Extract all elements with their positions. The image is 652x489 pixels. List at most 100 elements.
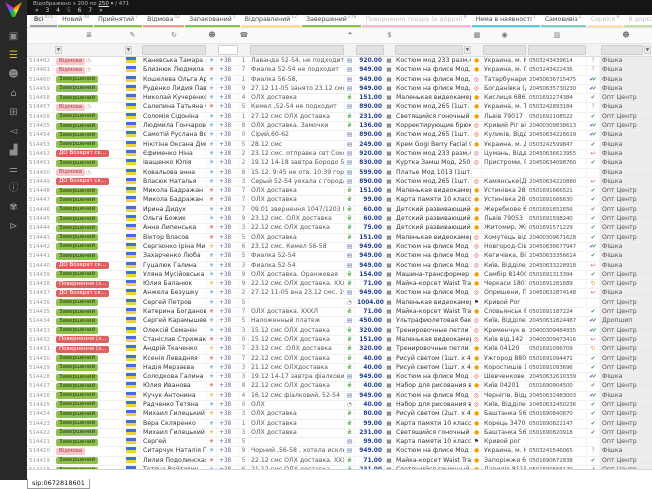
- location-icon[interactable]: ◉: [482, 28, 527, 43]
- table-row[interactable]: 514444ЗавершенийАнна Липенська✳+38322.12…: [27, 224, 652, 233]
- clients-icon[interactable]: ☻: [0, 65, 27, 84]
- tab-прийнятий[interactable]: Прийнятий7: [94, 15, 142, 27]
- settings-sliders-icon[interactable]: ⚌: [0, 160, 27, 179]
- table-row[interactable]: 514429ЗавершенийНадія Мерзаєва✳+38321.12…: [27, 364, 652, 373]
- stats-icon[interactable]: ▟: [0, 141, 27, 160]
- table-row[interactable]: 514438Повернення (з...Юлия Баланюк✳+3892…: [27, 280, 652, 289]
- clients-icon[interactable]: ☻: [207, 28, 217, 43]
- info-icon[interactable]: ⓘ: [0, 179, 27, 198]
- table-row[interactable]: 514459ЗавершенийРуденко Лидия Пав..✳+389…: [27, 85, 652, 94]
- table-row[interactable]: 514445ЗавершенийОльга Божик✳+38923.12 см…: [27, 215, 652, 224]
- table-row[interactable]: 514461Відмова◷Близнюк Людмила ..✳+387Фиа…: [27, 66, 652, 75]
- orders-list-icon[interactable]: ☰: [0, 46, 27, 65]
- announce-icon[interactable]: ◅: [0, 122, 27, 141]
- filter-dropdown-icon[interactable]: ▼: [644, 46, 651, 54]
- phone-icon[interactable]: ☎: [239, 28, 249, 43]
- table-row[interactable]: 514420ВідмоваСитарчук Наталія Гр..✳+389Ч…: [27, 447, 652, 456]
- table-row[interactable]: 514455ЗавершенийЛюдмила Гончарова✳+388ОЛ…: [27, 122, 652, 131]
- table-row[interactable]: 514434ЗавершенийСергей Карамышев✳+385Нал…: [27, 317, 652, 326]
- store-icon[interactable]: ⌂: [0, 84, 27, 103]
- filter-dropdown-icon[interactable]: ▼: [125, 46, 132, 54]
- page-4-button[interactable]: 4: [56, 8, 60, 15]
- page-5-button[interactable]: 5: [67, 8, 71, 15]
- filter-dropdown-icon[interactable]: ▼: [464, 46, 471, 54]
- cart-icon[interactable]: ⊞: [0, 103, 27, 122]
- page-6-button[interactable]: 6: [78, 8, 82, 15]
- table-row[interactable]: 514454ЗавершенийСамотій Руслана Во..✳+38…: [27, 131, 652, 140]
- table-row[interactable]: 514435ЗавершенийКатерина Богданова✳+387О…: [27, 308, 652, 317]
- table-row[interactable]: 514430ЗавершенийКсенія Левадняя✳+38722.1…: [27, 355, 652, 364]
- table-row[interactable]: 514432Повернення (з...Станіслав Стрижак✳…: [27, 336, 652, 345]
- filter-input[interactable]: [528, 45, 586, 55]
- table-row[interactable]: 514426ЗавершенийКучук Антонина✳+38416.12…: [27, 392, 652, 401]
- filter-dropdown-icon[interactable]: ▼: [55, 46, 62, 54]
- table-row[interactable]: 514451ЗавершенийІващенко Юлія✳+38219.12 …: [27, 159, 652, 168]
- tab-відправлений[interactable]: Відправлений12: [241, 15, 301, 27]
- filter-input[interactable]: [250, 45, 344, 55]
- filter-input[interactable]: [218, 45, 238, 55]
- tab-самовивіз[interactable]: Самовивіз2: [541, 15, 586, 27]
- dashboard-icon[interactable]: ▣: [0, 27, 27, 46]
- table-row[interactable]: 514458ЗавершенийНиколай Кучеренко✳+384ОЛ…: [27, 94, 652, 103]
- video-icon[interactable]: ⊳: [0, 217, 27, 236]
- table-row[interactable]: 514440ДО Возврат ск...Гуцалюк Галина✳+38…: [27, 262, 652, 271]
- product-icon[interactable]: ▩: [472, 28, 482, 43]
- page-last-button[interactable]: »: [99, 8, 103, 15]
- app-logo[interactable]: [5, 2, 22, 17]
- table-row[interactable]: 514427ЗавершенийЮлия Иванова✳+38822.12 с…: [27, 382, 652, 391]
- table-row[interactable]: 514421ЗавершенийСергей✳+385▤99.00▦Карта …: [27, 438, 652, 447]
- page-3-button[interactable]: 3: [46, 8, 50, 15]
- table-row[interactable]: 514450Відмова◷Ковальова анна✳+38815.12. …: [27, 169, 652, 178]
- filter-input[interactable]: [395, 45, 463, 55]
- filter-input[interactable]: [601, 45, 643, 55]
- tab-завершений[interactable]: Завершений278: [302, 15, 360, 27]
- table-row[interactable]: 514443ЗавершенийВіктор Власов✳+385ОЛХ до…: [27, 234, 652, 243]
- person-icon[interactable]: ☻: [600, 28, 652, 43]
- filter-input[interactable]: [142, 45, 206, 55]
- tab-відмова[interactable]: Відмова42: [143, 15, 184, 27]
- table-row[interactable]: 514437ДО Возврат ск...Анжела Безушку✳+38…: [27, 289, 652, 298]
- tab-запакований[interactable]: Запакований1: [185, 15, 240, 27]
- page-size-link[interactable]: 250: [98, 1, 109, 7]
- table-row[interactable]: 514428ЗавершенийСолодкова Галина В..✳+38…: [27, 373, 652, 382]
- table-row[interactable]: 514436ЗавершенийСергей Петров✳+385◔1004.…: [27, 299, 652, 308]
- table-row[interactable]: 514424ЗавершенийМихаил Гилецький✳+383ОЛХ…: [27, 410, 652, 419]
- money-icon[interactable]: $: [385, 28, 394, 43]
- table-row[interactable]: 514453ЗавершенийНікітіна Оксана Дми..✳+3…: [27, 141, 652, 150]
- page-size-caret-icon[interactable]: ▾: [111, 1, 114, 7]
- table-row[interactable]: 514449ДО Возврат ск...Власюк Наталья✳+38…: [27, 178, 652, 187]
- table-row[interactable]: 514419ЗавершенийЛилия Подолинская✳+38522…: [27, 457, 652, 466]
- tab-новий[interactable]: Новий48: [58, 15, 93, 27]
- edit-icon[interactable]: ✎: [124, 28, 141, 43]
- table-row[interactable]: 514460ЗавершенийКошелева Ольга Ар..✳+381…: [27, 76, 652, 85]
- table-row[interactable]: 514442ЗавершенийСергіюнко Іріна Ми..✳+38…: [27, 243, 652, 252]
- status-icon[interactable]: ≣: [54, 28, 124, 43]
- table-row[interactable]: 514452ДО Возврат ск...Єфименко Ніна✳+382…: [27, 150, 652, 159]
- table-row[interactable]: 514433ЗавершенийОлексій Семанін✳+38315.1…: [27, 327, 652, 336]
- table-row[interactable]: 514425ЗавершенийРадченко Тетяна✳+380ОЛХ◔…: [27, 401, 652, 410]
- filter-input[interactable]: [483, 45, 526, 55]
- table-row[interactable]: 514422ЗавершенийМихаил Гилецький✳+383ОЛХ…: [27, 429, 652, 438]
- page-first-button[interactable]: «: [35, 8, 39, 15]
- table-row[interactable]: 514456ЗавершенийСоломія Сідоніна✳+38127.…: [27, 113, 652, 122]
- table-row[interactable]: 514462Відмова◷Каневська Тамара ..✳+381Ла…: [27, 57, 652, 66]
- table-row[interactable]: 514441ЗавершенийЗахарченко Люба✳+385Фиал…: [27, 252, 652, 261]
- filter-input[interactable]: [356, 45, 384, 55]
- table-row[interactable]: 514457Відмова◷Салепина Татьяна С..✳+385К…: [27, 103, 652, 112]
- tab-нема-в-наявності[interactable]: Нема в наявності1: [472, 15, 540, 27]
- table-row[interactable]: 514446ЗавершенийИрина Дидух✳+38709.01 зв…: [27, 206, 652, 215]
- tracking-icon[interactable]: ▥: [527, 28, 587, 43]
- table-row[interactable]: 514423ЗавершенийВера Скляренко✳+381ОЛХ д…: [27, 420, 652, 429]
- tab-сервіси[interactable]: Сервіси0: [587, 15, 624, 27]
- table-row[interactable]: 514439ЗавершенийУляна Мусійовська✳+389ОЛ…: [27, 271, 652, 280]
- table-row[interactable]: 514447ЗавершенийМикола Бадражан✳+387ОЛХ …: [27, 196, 652, 205]
- tab-всі[interactable]: Всі471: [30, 15, 57, 27]
- table-row[interactable]: 514448ЗавершенийМикола Бадражан✳+387ОЛХ …: [27, 187, 652, 196]
- refresh-icon[interactable]: ↻: [141, 28, 207, 43]
- tab-повернення-товару-в-дорозі-[interactable]: Повернення товару (в дорозі)0: [362, 15, 471, 27]
- tab-в-дорозі-додому[interactable]: В дорозі додому0: [624, 15, 652, 27]
- table-row[interactable]: 514431Повернення (з...Андрій Ткаченко✳+3…: [27, 345, 652, 354]
- theme-icon[interactable]: ✾: [0, 198, 27, 217]
- comment-icon[interactable]: ❝: [345, 28, 355, 43]
- page-7-button[interactable]: 7: [88, 8, 92, 15]
